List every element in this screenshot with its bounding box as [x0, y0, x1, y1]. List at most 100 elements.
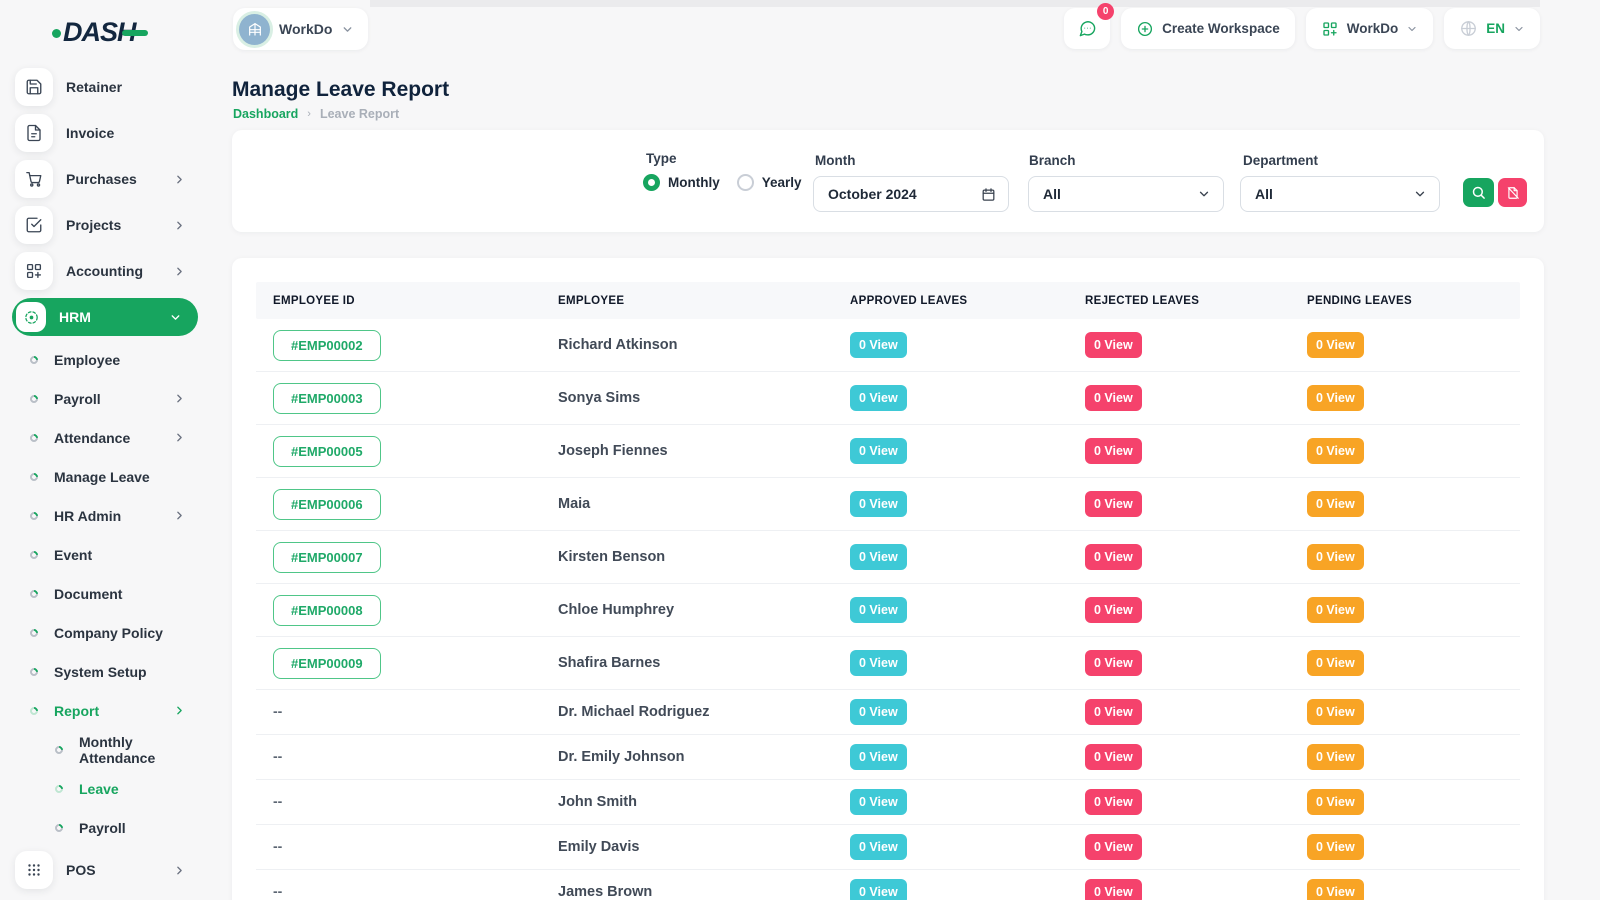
- sidebar-item-hr-admin[interactable]: HR Admin: [0, 496, 212, 535]
- rejected-leaves-view-badge[interactable]: 0 View: [1085, 650, 1142, 676]
- employee-name: James Brown: [558, 884, 652, 900]
- pending-leaves-view-badge[interactable]: 0 View: [1307, 744, 1364, 770]
- employee-id-badge[interactable]: #EMP00007: [273, 542, 381, 573]
- sidebar-item-leave[interactable]: Leave: [0, 769, 212, 808]
- sidebar-item-monthly-attendance[interactable]: Monthly Attendance: [0, 730, 212, 769]
- approved-leaves-view-badge[interactable]: 0 View: [850, 332, 907, 358]
- pending-leaves-view-badge[interactable]: 0 View: [1307, 332, 1364, 358]
- rejected-leaves-view-badge[interactable]: 0 View: [1085, 544, 1142, 570]
- radio-yearly[interactable]: Yearly: [737, 174, 802, 191]
- breadcrumb-separator: ›: [307, 108, 311, 120]
- pending-leaves-view-badge[interactable]: 0 View: [1307, 789, 1364, 815]
- approved-leaves-view-badge[interactable]: 0 View: [850, 438, 907, 464]
- sidebar-item-hrm[interactable]: HRM: [12, 298, 198, 336]
- employee-name: Chloe Humphrey: [558, 602, 674, 618]
- sidebar-item-manage-leave[interactable]: Manage Leave: [0, 457, 212, 496]
- sidebar-item-retainer[interactable]: Retainer: [0, 64, 212, 110]
- breadcrumb-dashboard-link[interactable]: Dashboard: [233, 107, 298, 121]
- create-workspace-button[interactable]: Create Workspace: [1121, 8, 1295, 49]
- pending-leaves-view-badge[interactable]: 0 View: [1307, 834, 1364, 860]
- target-icon: [16, 302, 46, 332]
- approved-leaves-view-badge[interactable]: 0 View: [850, 699, 907, 725]
- sidebar-item-company-policy[interactable]: Company Policy: [0, 613, 212, 652]
- rejected-leaves-view-badge[interactable]: 0 View: [1085, 385, 1142, 411]
- reset-filter-button[interactable]: [1498, 178, 1527, 207]
- sidebar-item-pos[interactable]: POS: [0, 847, 212, 893]
- table-row: #EMP00003 Sonya Sims 0 View 0 View 0 Vie…: [256, 372, 1520, 425]
- department-select[interactable]: All: [1240, 176, 1440, 212]
- pending-leaves-view-badge[interactable]: 0 View: [1307, 597, 1364, 623]
- approved-leaves-view-badge[interactable]: 0 View: [850, 834, 907, 860]
- table-body: #EMP00002 Richard Atkinson 0 View 0 View…: [256, 319, 1520, 900]
- rejected-leaves-view-badge[interactable]: 0 View: [1085, 879, 1142, 900]
- approved-leaves-view-badge[interactable]: 0 View: [850, 650, 907, 676]
- branch-select[interactable]: All: [1028, 176, 1224, 212]
- sidebar-item-payroll[interactable]: Payroll: [0, 808, 212, 847]
- sidebar-item-event[interactable]: Event: [0, 535, 212, 574]
- pending-leaves-view-badge[interactable]: 0 View: [1307, 879, 1364, 900]
- employee-id-empty: --: [273, 748, 282, 764]
- messages-button[interactable]: 0: [1064, 8, 1110, 49]
- plus-circle-icon: [1136, 20, 1154, 38]
- pending-leaves-view-badge[interactable]: 0 View: [1307, 699, 1364, 725]
- file-icon: [15, 114, 53, 152]
- radio-dot: [737, 174, 754, 191]
- create-workspace-label: Create Workspace: [1162, 21, 1280, 36]
- breadcrumb: Dashboard › Leave Report: [233, 107, 399, 121]
- approved-leaves-view-badge[interactable]: 0 View: [850, 544, 907, 570]
- rejected-leaves-view-badge[interactable]: 0 View: [1085, 491, 1142, 517]
- sidebar-item-document[interactable]: Document: [0, 574, 212, 613]
- employee-name: Shafira Barnes: [558, 655, 660, 671]
- approved-leaves-view-badge[interactable]: 0 View: [850, 385, 907, 411]
- employee-id-badge[interactable]: #EMP00005: [273, 436, 381, 467]
- pending-leaves-view-badge[interactable]: 0 View: [1307, 491, 1364, 517]
- rejected-leaves-view-badge[interactable]: 0 View: [1085, 597, 1142, 623]
- approved-leaves-view-badge[interactable]: 0 View: [850, 789, 907, 815]
- bullet-icon: [53, 783, 64, 794]
- approved-leaves-view-badge[interactable]: 0 View: [850, 879, 907, 900]
- bullet-icon: [28, 588, 39, 599]
- employee-id-badge[interactable]: #EMP00009: [273, 648, 381, 679]
- bullet-icon: [28, 549, 39, 560]
- approved-leaves-view-badge[interactable]: 0 View: [850, 491, 907, 517]
- approved-leaves-view-badge[interactable]: 0 View: [850, 744, 907, 770]
- leave-report-table-card: EMPLOYEE ID EMPLOYEE APPROVED LEAVES REJ…: [232, 258, 1544, 900]
- pending-leaves-view-badge[interactable]: 0 View: [1307, 544, 1364, 570]
- sidebar-item-invoice[interactable]: Invoice: [0, 110, 212, 156]
- column-header-employee: EMPLOYEE: [541, 295, 833, 307]
- rejected-leaves-view-badge[interactable]: 0 View: [1085, 332, 1142, 358]
- employee-id-badge[interactable]: #EMP00006: [273, 489, 381, 520]
- pending-leaves-view-badge[interactable]: 0 View: [1307, 650, 1364, 676]
- workspace-name: WorkDo: [279, 21, 332, 37]
- sidebar-item-employee[interactable]: Employee: [0, 340, 212, 379]
- search-button[interactable]: [1463, 178, 1494, 207]
- sidebar-item-attendance[interactable]: Attendance: [0, 418, 212, 457]
- approved-leaves-view-badge[interactable]: 0 View: [850, 597, 907, 623]
- bullet-icon: [53, 822, 64, 833]
- table-row: #EMP00009 Shafira Barnes 0 View 0 View 0…: [256, 637, 1520, 690]
- rejected-leaves-view-badge[interactable]: 0 View: [1085, 834, 1142, 860]
- month-input[interactable]: October 2024: [813, 176, 1009, 212]
- workdo-menu-button[interactable]: WorkDo: [1306, 8, 1434, 49]
- language-selector[interactable]: EN: [1444, 8, 1540, 49]
- pending-leaves-view-badge[interactable]: 0 View: [1307, 385, 1364, 411]
- rejected-leaves-view-badge[interactable]: 0 View: [1085, 699, 1142, 725]
- sidebar-item-purchases[interactable]: Purchases: [0, 156, 212, 202]
- employee-name: Dr. Michael Rodriguez: [558, 704, 709, 720]
- sidebar-item-system-setup[interactable]: System Setup: [0, 652, 212, 691]
- employee-id-badge[interactable]: #EMP00002: [273, 330, 381, 361]
- employee-id-badge[interactable]: #EMP00003: [273, 383, 381, 414]
- branch-label: Branch: [1029, 153, 1076, 168]
- sidebar-item-projects[interactable]: Projects: [0, 202, 212, 248]
- rejected-leaves-view-badge[interactable]: 0 View: [1085, 789, 1142, 815]
- pending-leaves-view-badge[interactable]: 0 View: [1307, 438, 1364, 464]
- sidebar-item-report[interactable]: Report: [0, 691, 212, 730]
- rejected-leaves-view-badge[interactable]: 0 View: [1085, 744, 1142, 770]
- sidebar-item-accounting[interactable]: Accounting: [0, 248, 212, 294]
- employee-id-badge[interactable]: #EMP00008: [273, 595, 381, 626]
- radio-monthly[interactable]: Monthly: [643, 174, 720, 191]
- app-logo[interactable]: DASH: [52, 12, 172, 52]
- workspace-switcher[interactable]: WorkDo: [233, 8, 368, 50]
- rejected-leaves-view-badge[interactable]: 0 View: [1085, 438, 1142, 464]
- sidebar-item-payroll[interactable]: Payroll: [0, 379, 212, 418]
